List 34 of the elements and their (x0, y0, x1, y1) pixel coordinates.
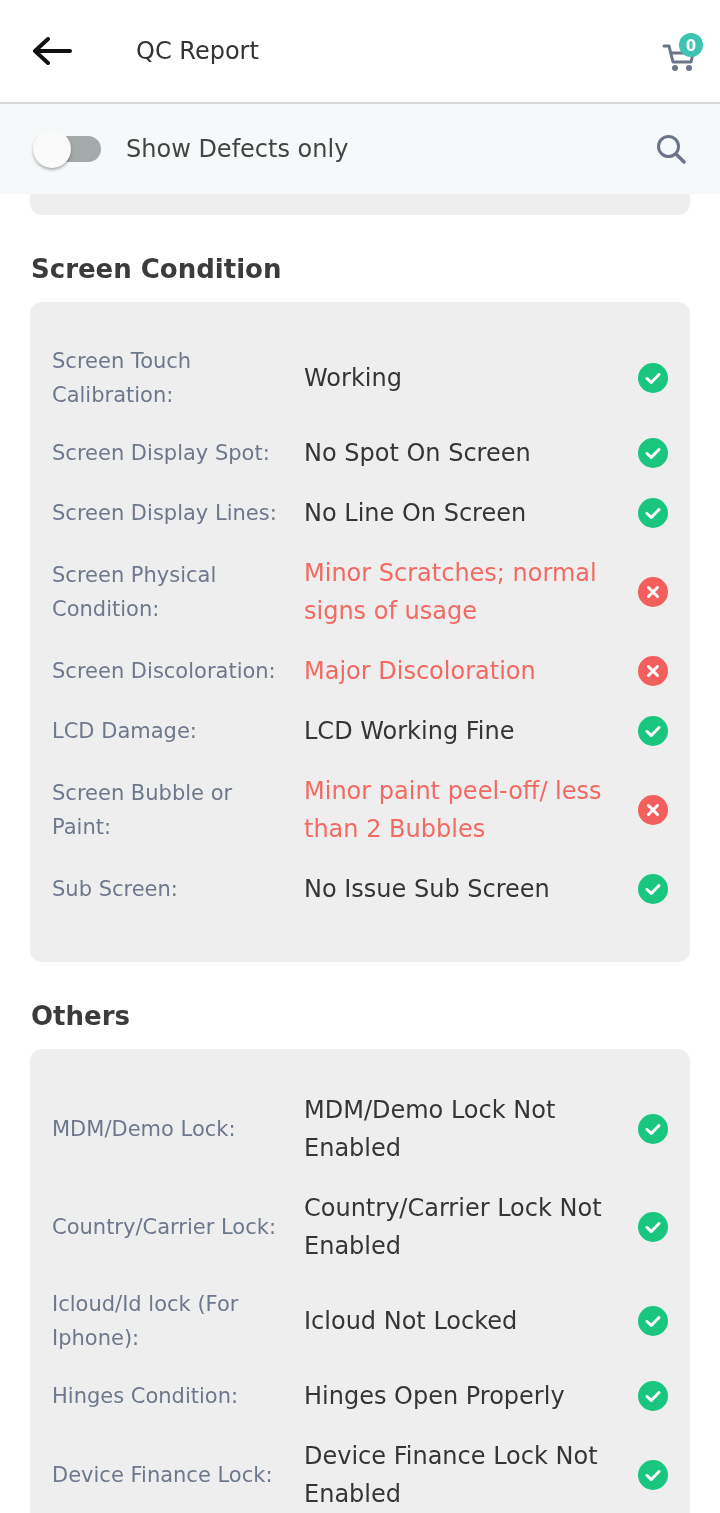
field-value: Icloud Not Locked (304, 1306, 519, 1337)
field-value: Minor paint peel-off/ less than 2 Bubbles (304, 776, 603, 845)
toggle-switch[interactable] (33, 130, 101, 168)
field-label: Sub Screen: (52, 876, 179, 903)
section-heading: Others (31, 1000, 131, 1033)
field-value: Country/Carrier Lock Not Enabled (304, 1193, 603, 1262)
field-label: Screen Bubble or Paint: (52, 780, 234, 841)
field-label: LCD Damage: (52, 718, 198, 745)
field-label: Device Finance Lock: (52, 1462, 274, 1489)
field-value: Minor Scratches; normal signs of usage (304, 558, 598, 627)
field-label: MDM/Demo Lock: (52, 1116, 237, 1143)
back-arrow-icon[interactable] (32, 37, 72, 65)
field-value: Major Discoloration (304, 656, 537, 687)
page-title: QC Report (136, 37, 260, 65)
field-value: LCD Working Fine (304, 716, 516, 747)
field-label: Screen Physical Condition: (52, 562, 218, 623)
field-value: Device Finance Lock Not Enabled (304, 1441, 599, 1510)
field-value: MDM/Demo Lock Not Enabled (304, 1095, 557, 1164)
field-label: Screen Display Lines: (52, 500, 278, 527)
field-value: No Issue Sub Screen (304, 874, 551, 905)
cart-count-badge: 0 (679, 32, 703, 57)
field-label: Country/Carrier Lock: (52, 1214, 277, 1241)
field-value: Hinges Open Properly (304, 1381, 566, 1412)
field-value: No Spot On Screen (304, 438, 532, 469)
field-label: Icloud/Id lock (For Iphone): (52, 1291, 240, 1352)
field-label: Hinges Condition: (52, 1383, 240, 1410)
search-icon[interactable] (656, 134, 686, 164)
section-heading: Screen Condition (31, 253, 283, 286)
field-label: Screen Touch Calibration: (52, 348, 193, 409)
field-value: No Line On Screen (304, 498, 528, 529)
field-label: Screen Discoloration: (52, 658, 277, 685)
field-label: Screen Display Spot: (52, 440, 271, 467)
field-value: Working (304, 363, 403, 394)
filter-label: Show Defects only (126, 135, 350, 163)
